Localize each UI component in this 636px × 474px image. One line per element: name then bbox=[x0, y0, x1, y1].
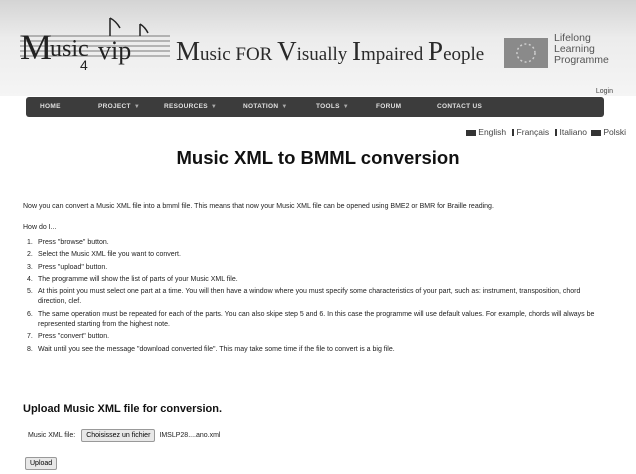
lifelong-learning-programme: Lifelong Learning Programme bbox=[554, 32, 609, 66]
upload-heading: Upload Music XML file for conversion. bbox=[23, 403, 223, 415]
list-item: 3. Press "upload" button. bbox=[27, 263, 108, 271]
nav-home[interactable]: HOME bbox=[40, 103, 61, 110]
list-item: 2. Select the Music XML file you want to … bbox=[27, 251, 181, 259]
nav-resources[interactable]: RESOURCES ▼ bbox=[164, 103, 217, 110]
list-item: 4. The programme will show the list of pa… bbox=[27, 275, 238, 283]
nav-contact-us[interactable]: CONTACT US bbox=[437, 103, 482, 110]
selected-file-name: IMSLP28....ano.xml bbox=[159, 432, 221, 439]
file-input-row: Music XML file: Choisissez un fichier IM… bbox=[28, 429, 221, 442]
how-do-i-label: How do I... bbox=[23, 224, 57, 231]
music4vip-logo[interactable]: M usic vip 4 bbox=[20, 12, 170, 74]
nav-notation[interactable]: NOTATION ▼ bbox=[243, 103, 288, 110]
lang-english[interactable]: English bbox=[478, 127, 506, 137]
nav-tools[interactable]: TOOLS ▼ bbox=[316, 103, 349, 110]
lang-italiano[interactable]: Italiano bbox=[560, 127, 587, 137]
language-divider bbox=[511, 129, 514, 137]
uk-flag-icon bbox=[466, 129, 477, 136]
svg-text:M: M bbox=[20, 27, 52, 67]
choose-file-button[interactable]: Choisissez un fichier bbox=[81, 429, 156, 442]
site-header: M usic vip 4 Music FOR Visually Impaired… bbox=[0, 0, 636, 96]
pl-flag-icon bbox=[591, 129, 602, 136]
eu-flag-icon bbox=[504, 38, 548, 68]
instruction-list: 1. Press "browse" button. 2. Select the Mu… bbox=[27, 238, 607, 357]
svg-text:4: 4 bbox=[80, 57, 88, 73]
list-item: 1. Press "browse" button. bbox=[27, 239, 109, 246]
login-link[interactable]: Login bbox=[596, 88, 613, 95]
nav-forum[interactable]: FORUM bbox=[376, 103, 401, 110]
dropdown-arrow-icon: ▼ bbox=[133, 104, 141, 110]
site-tagline: Music FOR Visually Impaired People bbox=[176, 36, 485, 66]
dropdown-arrow-icon: ▼ bbox=[210, 104, 218, 110]
list-item: 8. Wait until you see the message "downlo… bbox=[27, 345, 395, 353]
dropdown-arrow-icon: ▼ bbox=[281, 104, 288, 110]
language-divider bbox=[554, 129, 557, 137]
dropdown-arrow-icon: ▼ bbox=[342, 104, 350, 110]
main-navigation: HOME PROJECT ▼ RESOURCES ▼ NOTATION ▼ TOOLS… bbox=[26, 97, 604, 117]
nav-project[interactable]: PROJECT ▼ bbox=[98, 103, 140, 110]
list-item: 6. The same operation must be repeated fo… bbox=[27, 310, 595, 329]
file-input-label: Music XML file: bbox=[28, 432, 76, 439]
lang-polski[interactable]: Polski bbox=[603, 127, 626, 137]
language-selector: English Français Italiano Polski bbox=[464, 127, 626, 137]
page-title: Music XML to BMML conversion bbox=[176, 147, 460, 168]
list-item: 7. Press "convert" button. bbox=[27, 333, 110, 341]
svg-text:vip: vip bbox=[98, 36, 131, 65]
intro-text: Now you can convert a Music XML file int… bbox=[23, 203, 494, 210]
upload-button[interactable]: Upload bbox=[25, 457, 58, 470]
list-item: 5. At this point you must select one part… bbox=[27, 288, 581, 306]
lang-francais[interactable]: Français bbox=[517, 127, 550, 137]
